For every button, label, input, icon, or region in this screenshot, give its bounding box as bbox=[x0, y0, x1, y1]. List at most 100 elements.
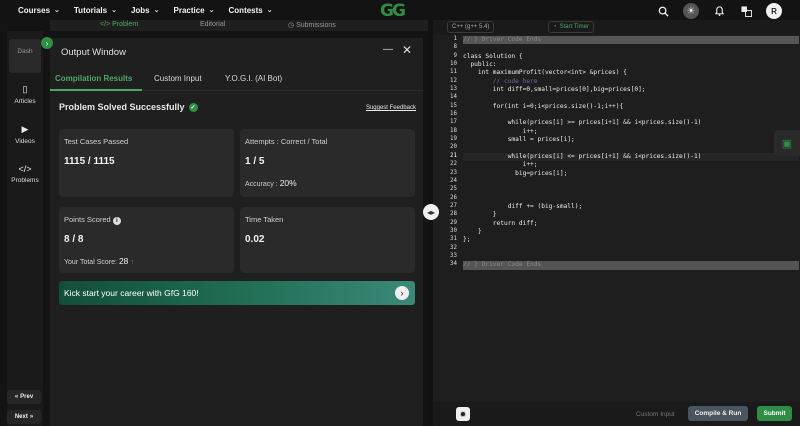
chevron-down-icon: ⌄ bbox=[111, 7, 117, 14]
card-label: Time Taken bbox=[245, 215, 284, 224]
code-line[interactable] bbox=[463, 111, 799, 119]
nav-courses[interactable]: Courses ⌄ bbox=[18, 6, 60, 15]
code-line[interactable] bbox=[463, 253, 799, 261]
code-line[interactable]: while(prices[i] >= prices[i+1] && i<pric… bbox=[463, 119, 799, 127]
code-line[interactable]: i++; bbox=[463, 128, 799, 136]
total-score-row: Your Total Score: 28 ↑ bbox=[64, 256, 134, 266]
submit-button[interactable]: Submit bbox=[757, 406, 792, 421]
code-line[interactable]: return diff; bbox=[463, 220, 799, 228]
line-number: 17 bbox=[450, 119, 457, 126]
minimize-icon[interactable]: — bbox=[383, 44, 393, 55]
code-line[interactable]: int maximumProfit(vector<int> &prices) { bbox=[463, 69, 799, 77]
active-tab-indicator bbox=[50, 89, 142, 91]
nav-jobs[interactable]: Jobs ⌄ bbox=[131, 6, 160, 15]
code-line[interactable] bbox=[463, 195, 799, 203]
code-line[interactable] bbox=[463, 178, 799, 186]
line-number: 33 bbox=[450, 252, 457, 259]
code-line[interactable]: class Solution { bbox=[463, 53, 799, 61]
sidebar-item-dash[interactable]: Dash bbox=[9, 39, 41, 73]
sidebar-item-articles[interactable]: ▯ Articles bbox=[7, 84, 43, 105]
code-icon: </> bbox=[100, 21, 113, 28]
code-line[interactable] bbox=[463, 245, 799, 253]
timer-icon: ◔ bbox=[553, 24, 557, 30]
chevron-down-icon: ⌄ bbox=[266, 7, 273, 14]
chevron-down-icon: ⌄ bbox=[54, 7, 60, 14]
tab-custom-input[interactable]: Custom Input bbox=[154, 74, 202, 83]
next-button[interactable]: Next» bbox=[7, 410, 41, 424]
custom-input-button[interactable]: Custom Input bbox=[636, 411, 675, 418]
code-area[interactable]: // } Driver Code Ends class Solution { pu… bbox=[463, 36, 799, 270]
nav-practice[interactable]: Practice ⌄ bbox=[174, 6, 215, 15]
avatar[interactable]: R bbox=[766, 3, 782, 19]
tab-yogi-bot[interactable]: Y.O.G.I. (AI Bot) bbox=[225, 74, 282, 83]
code-line[interactable] bbox=[463, 44, 799, 52]
tab-submissions[interactable]: ◷ Submissions bbox=[288, 21, 336, 29]
language-select[interactable]: C++ (g++ 5.4) bbox=[447, 21, 495, 33]
line-number: 15 bbox=[450, 102, 457, 109]
line-number: 26 bbox=[450, 194, 457, 201]
code-line[interactable]: int diff=0,small=prices[0],big=prices[0]… bbox=[463, 86, 799, 94]
code-line[interactable] bbox=[463, 144, 799, 152]
code-line[interactable]: small = prices[i]; bbox=[463, 136, 799, 144]
history-icon: ◷ bbox=[288, 22, 297, 29]
line-number: 34 bbox=[450, 261, 457, 268]
line-number: 10 bbox=[450, 61, 457, 68]
code-line[interactable]: i++; bbox=[463, 161, 799, 169]
bell-icon[interactable] bbox=[712, 4, 726, 18]
info-icon[interactable]: i bbox=[112, 217, 121, 225]
line-number: 1 bbox=[453, 36, 458, 42]
nav-tutorials[interactable]: Tutorials ⌄ bbox=[74, 6, 117, 15]
line-number: 16 bbox=[450, 111, 457, 118]
tab-problem-label: Problem bbox=[112, 21, 139, 28]
output-window: Output Window — ✕ Compilation Results Cu… bbox=[50, 38, 423, 426]
status-text: Problem Solved Successfully bbox=[59, 102, 185, 112]
theme-toggle-icon[interactable]: ☀ bbox=[683, 3, 699, 19]
code-line[interactable]: public: bbox=[463, 61, 799, 69]
card-value: 0.02 bbox=[245, 234, 265, 245]
code-line[interactable]: big=prices[i]; bbox=[463, 170, 799, 178]
code-line[interactable]: while(prices[i] <= prices[i+1] && i<pric… bbox=[463, 152, 799, 162]
start-timer-button[interactable]: ◔ Start Timer bbox=[548, 21, 594, 33]
resize-handle-icon[interactable]: ◂▸ bbox=[423, 204, 439, 220]
suggest-feedback-link[interactable]: Suggest Feedback bbox=[366, 105, 416, 111]
chevron-right-icon[interactable]: › bbox=[395, 286, 409, 300]
gfg160-banner[interactable]: Kick start your career with GfG 160! › bbox=[59, 281, 415, 305]
nav-practice-label: Practice bbox=[173, 5, 205, 15]
sidebar-item-videos[interactable]: ▶ Videos bbox=[7, 124, 43, 145]
code-line[interactable]: for(int i=0;i<prices.size()-1;i++){ bbox=[463, 103, 799, 111]
search-icon[interactable] bbox=[656, 4, 670, 18]
chat-icon[interactable]: ▣ bbox=[774, 130, 800, 156]
sidebar-item-label: Dash bbox=[17, 48, 33, 55]
lightbulb-icon[interactable]: ✹ bbox=[456, 407, 470, 421]
translate-icon[interactable] bbox=[739, 4, 753, 18]
code-line[interactable]: // } Driver Code Ends bbox=[463, 36, 799, 45]
prev-button[interactable]: «Prev bbox=[7, 390, 41, 404]
code-line[interactable]: diff += (big-small); bbox=[463, 203, 799, 211]
tab-problem[interactable]: </> Problem bbox=[100, 21, 138, 28]
expand-sidebar-icon[interactable]: › bbox=[41, 37, 53, 49]
accuracy-value: 20% bbox=[279, 178, 297, 188]
points-card: Points Scored i 8 / 8 Your Total Score: 2… bbox=[59, 207, 234, 273]
sidebar-item-problems[interactable]: </> Problems bbox=[7, 164, 43, 184]
tab-compilation-results[interactable]: Compilation Results bbox=[55, 74, 132, 83]
line-number: 13 bbox=[450, 86, 457, 93]
code-line[interactable]: // code here bbox=[463, 78, 799, 86]
close-icon[interactable]: ✕ bbox=[402, 43, 412, 57]
code-line[interactable]: } bbox=[463, 211, 799, 219]
code-line[interactable]: }; bbox=[463, 236, 799, 244]
code-line[interactable] bbox=[463, 94, 799, 102]
code-line[interactable] bbox=[463, 186, 799, 194]
tab-editorial[interactable]: Editorial bbox=[200, 21, 225, 28]
card-label: Points Scored bbox=[64, 215, 111, 224]
compile-run-button[interactable]: Compile & Run bbox=[688, 406, 748, 421]
nav-contests-label: Contests bbox=[228, 5, 263, 15]
code-line[interactable]: // } Driver Code Ends bbox=[463, 261, 799, 270]
left-rail bbox=[0, 20, 7, 426]
nav-contests[interactable]: Contests ⌄ bbox=[229, 6, 273, 15]
line-number: 29 bbox=[450, 219, 457, 226]
top-navbar: Courses ⌄ Tutorials ⌄ Jobs ⌄ Practice ⌄ Cont… bbox=[0, 0, 800, 21]
line-number: 24 bbox=[450, 177, 457, 184]
line-number: 20 bbox=[450, 144, 457, 151]
code-line[interactable]: } bbox=[463, 228, 799, 236]
gfg-logo[interactable]: GG bbox=[380, 1, 406, 21]
